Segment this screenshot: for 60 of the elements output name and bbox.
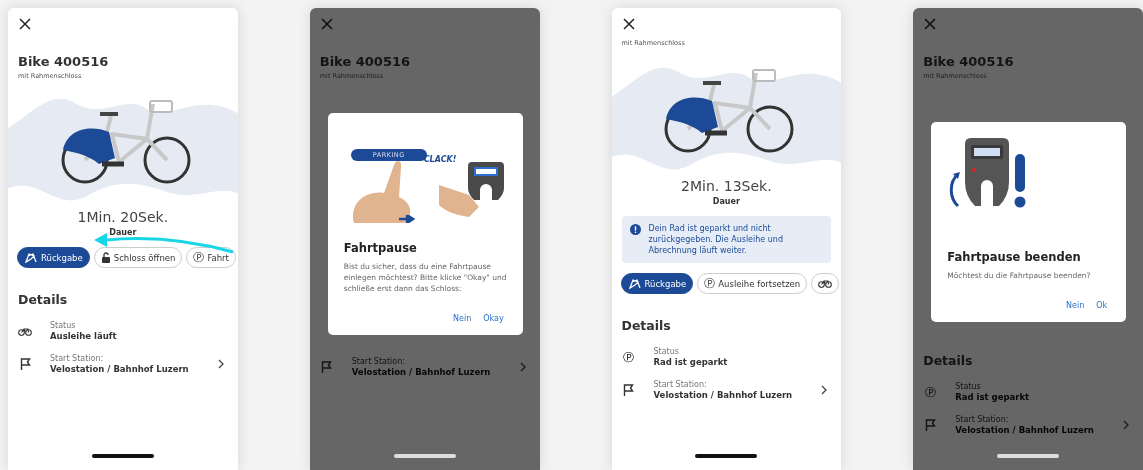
parking-icon: Ⓟ xyxy=(623,351,634,363)
flag-icon xyxy=(321,361,333,373)
detail-value: Velostation / Bahnhof Luzern xyxy=(351,367,492,377)
section-heading: Details xyxy=(18,292,69,307)
flag-icon xyxy=(924,419,936,431)
detail-value: Velostation / Bahnhof Luzern xyxy=(955,425,1095,435)
info-icon xyxy=(629,224,641,235)
action-button[interactable] xyxy=(811,273,840,294)
home-indicator xyxy=(695,454,758,458)
section-heading: Details xyxy=(621,318,672,333)
parking-icon: Ⓟ xyxy=(704,278,716,289)
arrow-icon xyxy=(398,215,415,223)
bicycle-icon xyxy=(18,326,32,336)
home-indicator xyxy=(393,454,456,458)
flag-icon xyxy=(623,384,634,396)
home-indicator xyxy=(91,454,154,458)
rotate-arrow-icon xyxy=(947,172,962,208)
exclamation-icon xyxy=(1013,154,1028,208)
duration-value: 1Min. 20Sek. xyxy=(77,209,169,225)
detail-label: Start Station: xyxy=(653,380,708,389)
detail-label: Status xyxy=(50,321,77,330)
detail-value: Velostation / Bahnhof Luzern xyxy=(50,364,190,374)
dialog-title: Fahrtpause beenden xyxy=(947,250,1082,264)
dialog-button[interactable]: Ok xyxy=(1093,299,1111,312)
action-button[interactable]: Rückgabe xyxy=(620,273,694,294)
section-heading: Details xyxy=(923,353,974,368)
close-icon[interactable] xyxy=(19,18,31,30)
home-indicator xyxy=(997,454,1060,458)
action-button[interactable]: Ⓟ Fahrt xyxy=(186,247,236,268)
detail-value: Ausleihe läuft xyxy=(50,331,118,341)
action-button[interactable]: Rückgabe xyxy=(17,247,90,268)
action-button[interactable]: Ⓟ Ausleihe fortsetzen xyxy=(697,273,808,294)
detail-value: Rad ist geparkt xyxy=(653,357,729,367)
action-button[interactable]: Schloss öffnen xyxy=(93,247,183,268)
duration-value: 2Min. 13Sek. xyxy=(681,178,772,194)
parking-icon: Ⓟ xyxy=(924,386,936,398)
detail-label: Status xyxy=(955,382,982,391)
detail-label: Start Station: xyxy=(50,354,105,363)
detail-value: Rad ist geparkt xyxy=(955,392,1031,402)
close-icon[interactable] xyxy=(622,18,635,30)
bike-title: Bike 400516 xyxy=(18,54,110,69)
dialog-button[interactable]: Nein xyxy=(450,312,475,325)
info-text: Dein Rad ist geparkt und nicht zurückgegeben. Die Ausleihe und Abrechnung läuft weiter. xyxy=(648,223,784,256)
duration-label: Dauer xyxy=(712,197,740,206)
dialog-button[interactable]: Okay xyxy=(480,312,507,325)
padlock-icon xyxy=(100,252,111,263)
detail-value: Velostation / Bahnhof Luzern xyxy=(653,390,794,400)
duration-label: Dauer xyxy=(109,228,137,237)
detail-label: Status xyxy=(653,347,680,356)
chevron-right-icon[interactable] xyxy=(821,385,828,395)
detail-label: Start Station: xyxy=(351,357,406,366)
dialog-button[interactable]: Nein xyxy=(1063,299,1088,312)
bike-title: Bike 400516 xyxy=(319,54,412,69)
dialog-title: Fahrtpause xyxy=(343,241,418,255)
chevron-right-icon[interactable] xyxy=(217,359,224,369)
flag-icon xyxy=(19,358,31,370)
parking-icon: Ⓟ xyxy=(193,252,205,263)
detail-label: Start Station: xyxy=(955,415,1010,424)
bicycle-icon xyxy=(818,279,833,288)
bike-title: Bike 400516 xyxy=(923,54,1015,69)
